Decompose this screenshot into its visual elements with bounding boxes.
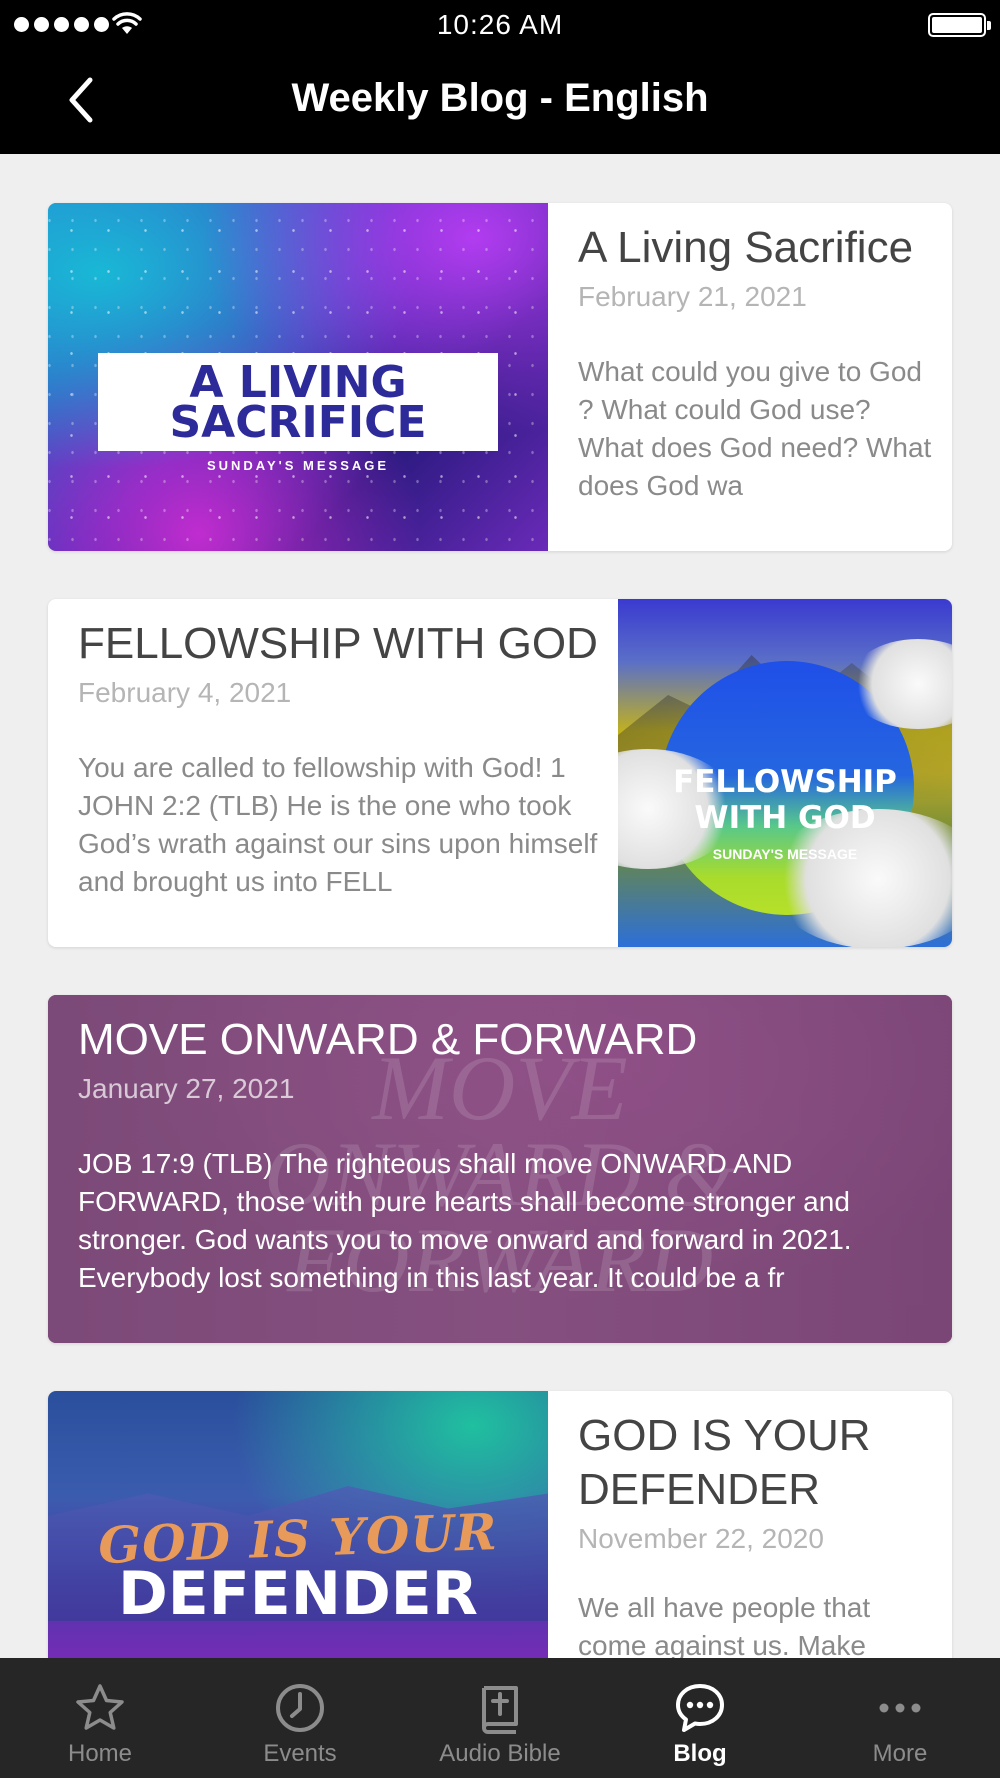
- tab-blog[interactable]: Blog: [600, 1658, 800, 1778]
- thumbnail-subtitle: SUNDAY'S MESSAGE: [206, 458, 390, 473]
- post-text: FELLOWSHIP WITH GOD February 4, 2021 You…: [78, 599, 633, 947]
- post-text: GOD IS YOUR DEFENDER November 22, 2020 W…: [578, 1391, 938, 1658]
- post-date: February 21, 2021: [578, 281, 807, 312]
- tab-audio-bible[interactable]: Audio Bible: [400, 1658, 600, 1778]
- navigation-bar: Weekly Blog - English: [0, 50, 1000, 154]
- bible-icon: [482, 1686, 518, 1734]
- post-text: MOVE ONWARD & FORWARD January 27, 2021 J…: [78, 995, 928, 1343]
- post-title: GOD IS YOUR DEFENDER: [578, 1411, 871, 1514]
- post-excerpt: We all have people that come against us.…: [578, 1592, 871, 1658]
- chat-bubble-icon: [676, 1684, 724, 1732]
- thumbnail-subtitle: SUNDAY'S MESSAGE: [712, 846, 858, 862]
- thumbnail-text: SACRIFICE: [169, 397, 427, 448]
- thumbnail-text-line: WITH GOD: [694, 800, 876, 836]
- post-thumbnail: A LIVING SACRIFICE SUNDAY'S MESSAGE: [48, 203, 548, 551]
- post-excerpt: What could you give to God ? What could …: [578, 356, 932, 501]
- blog-post-card[interactable]: FELLOWSHIP WITH GOD February 4, 2021 You…: [48, 599, 952, 947]
- thumbnail-text: DEFENDER: [118, 1559, 478, 1629]
- tab-more[interactable]: More: [800, 1658, 1000, 1778]
- blog-post-card[interactable]: GOD IS YOUR DEFENDER GOD IS YOUR DEFENDE…: [48, 1391, 952, 1658]
- text-fade: [882, 1305, 952, 1343]
- post-thumbnail: GOD IS YOUR DEFENDER: [48, 1391, 548, 1658]
- tab-home[interactable]: Home: [0, 1658, 200, 1778]
- text-fade: [882, 513, 952, 551]
- page-title: Weekly Blog - English: [291, 76, 709, 120]
- post-title: A Living Sacrifice: [578, 223, 914, 272]
- tab-label: Events: [263, 1740, 337, 1767]
- post-title: FELLOWSHIP WITH GOD: [78, 619, 598, 668]
- thumbnail-title-plate: A LIVING SACRIFICE: [98, 353, 498, 451]
- tab-label: Blog: [673, 1740, 727, 1767]
- post-thumbnail: FELLOWSHIP WITH GOD SUNDAY'S MESSAGE: [618, 599, 952, 947]
- post-excerpt: You are called to fellowship with God! 1…: [78, 752, 598, 897]
- blog-feed[interactable]: A LIVING SACRIFICE SUNDAY'S MESSAGE A Li…: [0, 154, 1000, 1658]
- more-dots-icon: [879, 1703, 921, 1713]
- battery-icon: [928, 13, 991, 37]
- star-icon: [76, 1684, 124, 1730]
- screen: 10:26 AM Weekly Blog - English A LIVING …: [0, 0, 1000, 1778]
- thumbnail-text: FELLOWSHIP WITH GOD: [618, 764, 952, 836]
- post-text: A Living Sacrifice February 21, 2021 Wha…: [578, 203, 938, 551]
- blog-post-card[interactable]: MOVE ONWARD & FORWARD MOVE ONWARD & FORW…: [48, 995, 952, 1343]
- tab-label: More: [872, 1740, 928, 1767]
- post-excerpt: JOB 17:9 (TLB) The righteous shall move …: [78, 1148, 852, 1293]
- status-time: 10:26 AM: [436, 9, 564, 40]
- tab-bar: Home Events Audio Bible Blog More: [0, 1658, 1000, 1778]
- tab-label: Home: [67, 1740, 133, 1767]
- post-title: MOVE ONWARD & FORWARD: [78, 1015, 698, 1064]
- text-fade: [548, 909, 618, 947]
- status-bar: 10:26 AM: [0, 0, 1000, 50]
- clock-icon: [276, 1684, 324, 1732]
- tab-events[interactable]: Events: [200, 1658, 400, 1778]
- tab-label: Audio Bible: [439, 1740, 561, 1767]
- blog-post-card[interactable]: A LIVING SACRIFICE SUNDAY'S MESSAGE A Li…: [48, 203, 952, 551]
- post-date: January 27, 2021: [78, 1073, 295, 1104]
- post-date: February 4, 2021: [78, 677, 292, 708]
- post-date: November 22, 2020: [578, 1523, 824, 1554]
- thumbnail-text-line: FELLOWSHIP: [673, 764, 897, 800]
